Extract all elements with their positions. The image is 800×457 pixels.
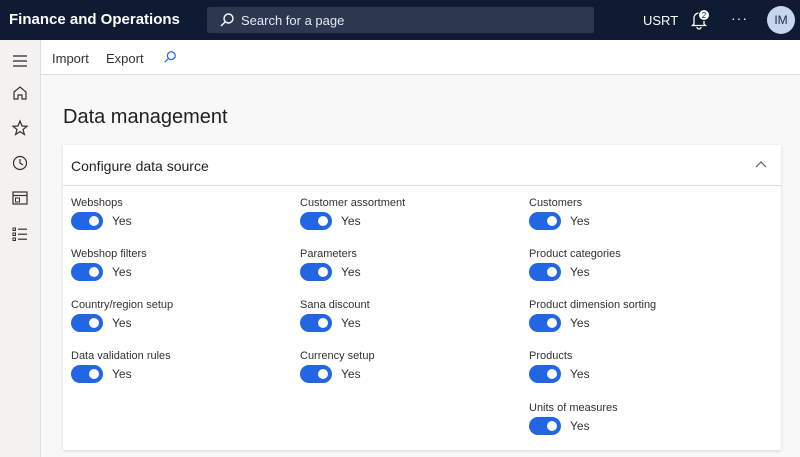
section-header[interactable]: Configure data source xyxy=(63,145,781,186)
field-label: Webshops xyxy=(71,197,123,209)
field-data-validation-rules: Data validation rules Yes xyxy=(71,350,291,396)
field-webshop-filters: Webshop filters Yes xyxy=(71,248,291,294)
field-label: Parameters xyxy=(300,248,357,260)
toggle-switch[interactable] xyxy=(529,365,561,383)
toggle-value: Yes xyxy=(341,265,361,279)
field-label: Product categories xyxy=(529,248,621,260)
toggle-value: Yes xyxy=(341,367,361,381)
notification-count-badge: 2 xyxy=(698,9,710,21)
field-webshops: Webshops Yes xyxy=(71,197,291,243)
recent-clock-icon[interactable] xyxy=(11,154,29,172)
field-units-of-measures: Units of measures Yes xyxy=(529,402,749,448)
toggle-switch[interactable] xyxy=(300,314,332,332)
action-pane: Import Export xyxy=(41,40,800,75)
chevron-up-icon[interactable] xyxy=(755,160,767,168)
field-label: Currency setup xyxy=(300,350,375,362)
toggle-switch[interactable] xyxy=(529,417,561,435)
field-product-dimension-sorting: Product dimension sorting Yes xyxy=(529,299,749,345)
toggle-value: Yes xyxy=(570,265,590,279)
field-label: Data validation rules xyxy=(71,350,171,362)
field-product-categories: Product categories Yes xyxy=(529,248,749,294)
more-options-button[interactable]: ··· xyxy=(731,10,748,26)
import-button[interactable]: Import xyxy=(52,51,89,66)
search-placeholder: Search for a page xyxy=(241,13,345,28)
toggle-switch[interactable] xyxy=(529,263,561,281)
toggle-value: Yes xyxy=(112,265,132,279)
toggle-switch[interactable] xyxy=(71,314,103,332)
company-picker[interactable]: USRT xyxy=(643,13,678,28)
toggle-switch[interactable] xyxy=(300,212,332,230)
field-label: Customers xyxy=(529,197,583,209)
field-label: Products xyxy=(529,350,573,362)
toggle-switch[interactable] xyxy=(71,263,103,281)
field-label: Webshop filters xyxy=(71,248,147,260)
toggle-value: Yes xyxy=(570,316,590,330)
toggle-switch[interactable] xyxy=(300,263,332,281)
toggle-value: Yes xyxy=(341,214,361,228)
toggle-value: Yes xyxy=(341,316,361,330)
top-bar: Finance and Operations Search for a page… xyxy=(0,0,800,40)
modules-list-icon[interactable] xyxy=(11,225,29,243)
toggle-switch[interactable] xyxy=(529,212,561,230)
field-customer-assortment: Customer assortment Yes xyxy=(300,197,520,243)
export-button[interactable]: Export xyxy=(106,51,144,66)
search-icon xyxy=(220,13,234,27)
field-sana-discount: Sana discount Yes xyxy=(300,299,520,345)
field-label: Country/region setup xyxy=(71,299,174,311)
field-label: Sana discount xyxy=(300,299,370,311)
toggle-value: Yes xyxy=(570,367,590,381)
toggle-switch[interactable] xyxy=(71,212,103,230)
field-label: Product dimension sorting xyxy=(529,299,657,311)
toggle-value: Yes xyxy=(570,214,590,228)
hamburger-menu-icon[interactable] xyxy=(11,52,29,70)
toggle-switch[interactable] xyxy=(71,365,103,383)
workspaces-icon[interactable] xyxy=(11,189,29,207)
field-country-region-setup: Country/region setup Yes xyxy=(71,299,291,345)
toggle-switch[interactable] xyxy=(529,314,561,332)
left-navigation xyxy=(0,40,41,457)
home-icon[interactable] xyxy=(11,84,29,102)
field-label: Customer assortment xyxy=(300,197,406,209)
toggle-switch[interactable] xyxy=(300,365,332,383)
page-search-box[interactable]: Search for a page xyxy=(207,7,594,33)
field-products: Products Yes xyxy=(529,350,749,396)
field-currency-setup: Currency setup Yes xyxy=(300,350,520,396)
favorites-star-icon[interactable] xyxy=(11,119,29,137)
toggle-value: Yes xyxy=(570,419,590,433)
configure-data-source-section: Configure data source Webshops Yes Websh… xyxy=(63,145,781,450)
field-customers: Customers Yes xyxy=(529,197,749,243)
action-search-icon[interactable] xyxy=(163,50,177,64)
user-avatar[interactable]: IM xyxy=(767,6,795,34)
section-title: Configure data source xyxy=(71,158,209,174)
toggle-value: Yes xyxy=(112,214,132,228)
field-parameters: Parameters Yes xyxy=(300,248,520,294)
page-title: Data management xyxy=(63,106,228,128)
toggle-value: Yes xyxy=(112,316,132,330)
field-label: Units of measures xyxy=(529,402,618,414)
toggle-value: Yes xyxy=(112,367,132,381)
app-title[interactable]: Finance and Operations xyxy=(9,11,180,28)
